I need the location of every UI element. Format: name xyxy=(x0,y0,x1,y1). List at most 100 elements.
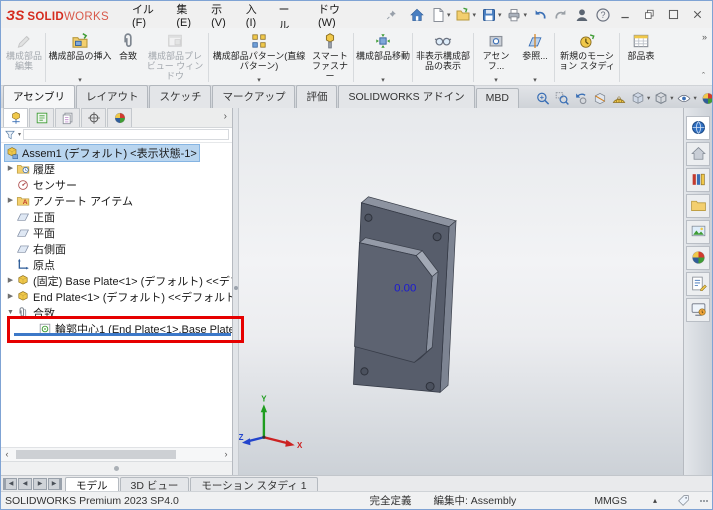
show-hidden-components-button[interactable]: 非表示構成部品の表示 xyxy=(414,30,472,85)
panel-splitter-strip[interactable] xyxy=(1,461,232,476)
tree-item-assem1-root[interactable]: Assem1 (デフォルト) <表示状態-1> xyxy=(1,143,232,162)
dropdown-caret-icon[interactable]: ▾ xyxy=(447,11,451,19)
dropdown-caret-icon[interactable]: ▾ xyxy=(693,94,696,102)
scroll-prev-button[interactable]: ◀ xyxy=(18,477,32,490)
dropdown-caret-icon[interactable]: ▾ xyxy=(472,11,476,19)
tree-expander-icon[interactable]: ▼ xyxy=(5,309,16,316)
edit-appearance-button[interactable] xyxy=(699,91,712,106)
tree-expander-icon[interactable]: ▶ xyxy=(5,277,16,284)
taskpane-appearances-scenes-button[interactable] xyxy=(686,245,710,270)
scroll-first-button[interactable]: ◀ xyxy=(3,477,17,490)
help-button[interactable]: ? xyxy=(593,6,613,24)
tree-item-mate-profile-center[interactable]: 輪郭中心1 (End Plate<1>,Base Plate<1>) xyxy=(1,321,232,337)
section-view-button[interactable] xyxy=(591,91,609,106)
user-button[interactable] xyxy=(572,6,592,24)
tree-item-mates[interactable]: ▼ 合致 xyxy=(1,305,232,321)
tree-item-base-plate[interactable]: ▶ (固定) Base Plate<1> (デフォルト) <<デフォルト>_表 xyxy=(1,273,232,289)
new-motion-study-button[interactable]: 新規のモーション スタディ xyxy=(556,30,618,85)
component-pattern-button[interactable]: 構成部品パターン(直線パターン) ▾ xyxy=(210,30,308,85)
units-label[interactable]: MMGS xyxy=(594,495,627,507)
tree-item-history[interactable]: ▶ 履歴 xyxy=(1,161,232,177)
save-button[interactable]: ▾ xyxy=(479,6,504,24)
taskpane-forum-button[interactable] xyxy=(686,297,710,322)
dropdown-caret-icon[interactable]: ▾ xyxy=(498,11,502,19)
dropdown-caret-icon[interactable]: ▾ xyxy=(381,77,385,84)
mate-button[interactable]: 合致 xyxy=(113,30,143,85)
tree-item-front-plane[interactable]: 正面 xyxy=(1,209,232,225)
annotation-views-button[interactable] xyxy=(610,91,628,106)
redo-button[interactable] xyxy=(551,6,571,24)
filter-caret-icon[interactable]: ▾ xyxy=(18,131,21,138)
home-button[interactable] xyxy=(407,6,427,24)
tag-icon[interactable] xyxy=(677,494,690,507)
taskpane-file-explorer-button[interactable] xyxy=(686,193,710,218)
smart-fasteners-button[interactable]: スマート ファスナー xyxy=(308,30,352,85)
display-style-button[interactable]: ▾ xyxy=(652,91,674,106)
filter-funnel-icon[interactable] xyxy=(4,129,16,141)
open-button[interactable]: ▾ xyxy=(453,6,478,24)
tree-item-top-plane[interactable]: 平面 xyxy=(1,225,232,241)
tab-sketch[interactable]: スケッチ xyxy=(149,84,212,108)
tree-item-origin[interactable]: 原点 xyxy=(1,257,232,273)
tab-assembly[interactable]: アセンブリ xyxy=(3,84,75,108)
dropdown-caret-icon[interactable]: ▾ xyxy=(494,77,498,84)
close-button[interactable] xyxy=(687,6,707,24)
dropdown-caret-icon[interactable]: ▾ xyxy=(523,11,527,19)
tab-layout[interactable]: レイアウト xyxy=(75,84,149,108)
restore-button[interactable] xyxy=(639,6,659,24)
scroll-next-button[interactable]: ▶ xyxy=(33,477,47,490)
bottom-tab-3d-views[interactable]: 3D ビュー xyxy=(119,477,190,492)
panel-expand-chevron[interactable]: › xyxy=(224,112,227,122)
pin-toolbar-icon[interactable] xyxy=(386,6,397,24)
panel-tab-featuremanager[interactable] xyxy=(3,107,28,127)
tab-evaluate[interactable]: 評価 xyxy=(296,84,338,108)
scrollbar-thumb[interactable] xyxy=(16,450,176,460)
new-button[interactable]: ▾ xyxy=(428,6,453,24)
tree-item-annotations[interactable]: ▶ A アノテート アイテム xyxy=(1,193,232,209)
tree-filter-input[interactable] xyxy=(23,129,229,141)
tree-horizontal-scrollbar[interactable]: ‹ › xyxy=(1,447,232,462)
dropdown-caret-icon[interactable]: ▾ xyxy=(647,94,650,102)
dropdown-caret-icon[interactable]: ▾ xyxy=(257,77,261,84)
reference-geometry-button[interactable]: 参照... ▾ xyxy=(517,30,553,85)
ribbon-overflow-button[interactable]: » xyxy=(702,33,707,42)
bottom-tab-model[interactable]: モデル xyxy=(65,477,119,492)
tab-mbd[interactable]: MBD xyxy=(475,87,519,108)
panel-tab-dimxpertmanager[interactable] xyxy=(81,107,106,127)
taskpane-design-library-button[interactable] xyxy=(686,167,710,192)
scroll-last-button[interactable]: ▶ xyxy=(48,477,62,490)
tab-markup[interactable]: マークアップ xyxy=(212,84,296,108)
tree-item-right-plane[interactable]: 右側面 xyxy=(1,241,232,257)
ribbon-collapse-button[interactable]: ˆ xyxy=(702,71,707,81)
minimize-button[interactable] xyxy=(615,6,635,24)
panel-tab-propertymanager[interactable] xyxy=(29,107,54,127)
move-component-button[interactable]: 構成部品移動 ▾ xyxy=(355,30,411,85)
dropdown-caret-icon[interactable]: ▾ xyxy=(78,77,82,84)
zoom-to-area-button[interactable] xyxy=(553,91,571,106)
tab-solidworks-addins[interactable]: SOLIDWORKS アドイン xyxy=(338,84,475,108)
taskpane-home-tab-button[interactable] xyxy=(686,141,710,166)
taskpane-custom-properties-button[interactable] xyxy=(686,271,710,296)
graphics-area[interactable]: 0.00 Y X Z xyxy=(239,107,683,476)
insert-component-button[interactable]: 構成部品の挿入 ▾ xyxy=(47,30,113,85)
tree-expander-icon[interactable]: ▶ xyxy=(5,197,16,204)
scroll-left-arrow[interactable]: ‹ xyxy=(1,450,13,459)
scroll-right-arrow[interactable]: › xyxy=(220,450,232,459)
units-caret-icon[interactable]: ▴ xyxy=(653,496,657,505)
bottom-tab-motion-study-1[interactable]: モーション スタディ 1 xyxy=(190,477,318,492)
dropdown-caret-icon[interactable]: ▾ xyxy=(670,94,673,102)
assembly-features-button[interactable]: アセンフ... ▾ xyxy=(475,30,517,85)
print-button[interactable]: ▾ xyxy=(504,6,529,24)
panel-tab-displaymanager[interactable] xyxy=(107,107,132,127)
undo-button[interactable] xyxy=(530,6,550,24)
dropdown-caret-icon[interactable]: ▾ xyxy=(533,77,537,84)
view-orientation-button[interactable]: ▾ xyxy=(629,91,651,106)
taskpane-view-palette-button[interactable] xyxy=(686,219,710,244)
tree-expander-icon[interactable]: ▶ xyxy=(5,293,16,300)
previous-view-button[interactable] xyxy=(572,91,590,106)
tree-item-sensors[interactable]: センサー xyxy=(1,177,232,193)
zoom-to-fit-button[interactable] xyxy=(534,91,552,106)
panel-tab-configurationmanager[interactable] xyxy=(55,107,80,127)
hide-show-items-button[interactable]: ▾ xyxy=(675,91,697,106)
mate-dimension-label[interactable]: 0.00 xyxy=(394,282,416,294)
